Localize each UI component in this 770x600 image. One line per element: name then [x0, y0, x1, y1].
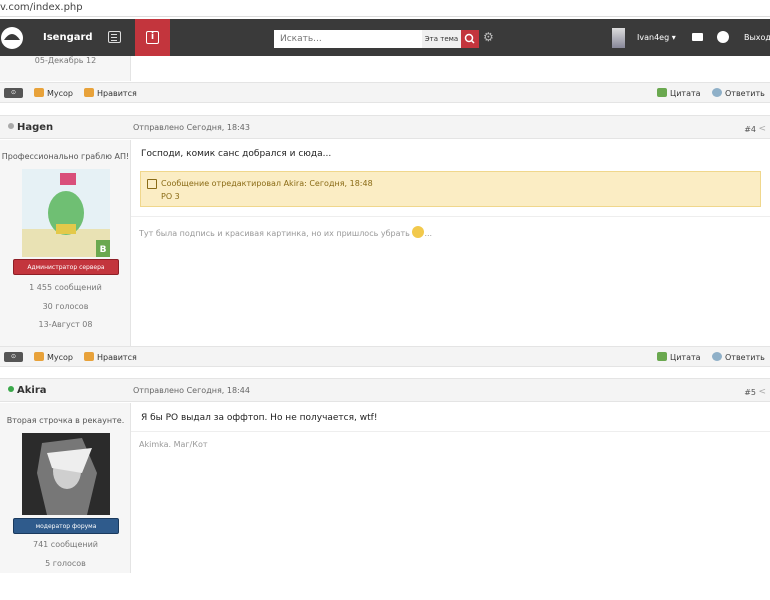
logout-link[interactable]: Выход: [744, 33, 770, 42]
url-text: v.com/index.php: [0, 2, 83, 13]
messages-icon[interactable]: [692, 33, 703, 41]
reply-label: Ответить: [725, 353, 765, 362]
user-title: Вторая строчка в рекаунте.: [6, 416, 125, 425]
online-status-icon: [8, 386, 14, 392]
quote-icon: [657, 352, 667, 361]
post-author-sidebar: Профессионально граблю АП! B Администрат…: [0, 140, 131, 346]
trash-button[interactable]: Мусор: [34, 88, 73, 98]
user-avatar-image[interactable]: [22, 433, 110, 515]
post-count: 741 сообщений: [32, 540, 99, 549]
post-header: Akira Отправлено Сегодня, 18:44 #5 <: [0, 378, 770, 402]
post-number-link[interactable]: #4: [744, 125, 756, 134]
post-number-link[interactable]: #5: [744, 388, 756, 397]
like-label: Нравится: [97, 89, 137, 98]
trash-icon: [34, 352, 44, 361]
edit-notice: Сообщение отредактировал Akira: Сегодня,…: [140, 171, 761, 207]
quote-label: Цитата: [670, 89, 701, 98]
votes-count: 30 голосов: [42, 302, 89, 311]
post-actions-bar: ⊙ Мусор Нравится Цитата Ответить: [0, 346, 770, 367]
post-author-sidebar: Вторая строчка в рекаунте. модератор фор…: [0, 403, 131, 573]
list-icon[interactable]: [108, 31, 121, 43]
reply-button[interactable]: Ответить: [712, 352, 765, 362]
info-button[interactable]: i: [135, 19, 170, 56]
edit-icon: [147, 179, 157, 189]
browser-url-bar[interactable]: v.com/index.php: [0, 0, 770, 17]
post-header: Hagen Отправлено Сегодня, 18:43 #4 <: [0, 115, 770, 139]
post-author[interactable]: Hagen: [8, 122, 53, 133]
user-title: Профессионально граблю АП!: [1, 152, 130, 161]
site-logo-icon[interactable]: [0, 22, 26, 52]
signature: Akimka. Маг/Кот: [139, 440, 208, 449]
quote-button[interactable]: Цитата: [657, 352, 701, 362]
edit-info: Сообщение отредактировал Akira: Сегодня,…: [161, 179, 373, 188]
search-icon: [464, 33, 475, 44]
avatar-badge-letter: B: [100, 245, 107, 255]
author-name-label: Akira: [17, 385, 47, 396]
site-name[interactable]: Isengard: [43, 32, 93, 43]
post-actions-bar: ⊙ Мусор Нравится Цитата Ответить: [0, 82, 770, 103]
username-menu[interactable]: Ivan4eg ▾: [637, 33, 676, 42]
rank-badge: Администратор сервера: [13, 259, 119, 275]
trash-button[interactable]: Мусор: [34, 352, 73, 362]
quote-button[interactable]: Цитата: [657, 88, 701, 98]
info-icon: i: [146, 31, 159, 44]
like-label: Нравится: [97, 353, 137, 362]
signature: Тут была подпись и красивая картинка, но…: [139, 226, 432, 238]
prev-post-join-date: 05-Декабрь 12: [34, 56, 97, 65]
signature-divider: [131, 216, 770, 217]
signature-text: Тут была подпись и красивая картинка, но…: [139, 229, 410, 238]
like-button[interactable]: Нравится: [84, 88, 137, 98]
signature-divider: [131, 431, 770, 432]
share-icon[interactable]: <: [758, 387, 766, 397]
trash-label: Мусор: [47, 89, 74, 98]
join-date: 13-Август 08: [38, 320, 93, 329]
username-label: Ivan4eg: [637, 33, 670, 42]
thumb-up-icon: [84, 352, 94, 361]
trash-icon: [34, 88, 44, 97]
votes-count: 5 голосов: [45, 559, 86, 568]
search-input[interactable]: [274, 30, 422, 48]
rank-badge: модератор форума: [13, 518, 119, 534]
reply-icon: [712, 352, 722, 361]
search-scope-toggle[interactable]: Эта тема: [422, 30, 461, 48]
top-navbar: Isengard i Эта тема ⚙ Ivan4eg ▾ Выход: [0, 19, 770, 56]
post-message: Господи, комик санс добрался и сюда...: [141, 149, 332, 159]
trash-label: Мусор: [47, 353, 74, 362]
prev-post-sidebar: 05-Декабрь 12: [0, 56, 131, 81]
post-message: Я бы РО выдал за оффтоп. Но не получаетс…: [141, 413, 378, 423]
post-body: Господи, комик санс добрался и сюда... С…: [131, 140, 770, 346]
thumb-up-icon: [84, 88, 94, 97]
author-name-label: Hagen: [17, 122, 54, 133]
reply-label: Ответить: [725, 89, 765, 98]
post-author[interactable]: Akira: [8, 385, 47, 396]
post-date: Отправлено Сегодня, 18:44: [133, 386, 250, 395]
like-button[interactable]: Нравится: [84, 352, 137, 362]
reply-button[interactable]: Ответить: [712, 88, 765, 98]
post-body: Я бы РО выдал за оффтоп. Но не получаетс…: [131, 403, 770, 573]
share-icon[interactable]: <: [758, 124, 766, 134]
quote-icon: [657, 88, 667, 97]
gear-icon[interactable]: ⚙: [483, 30, 497, 44]
user-avatar[interactable]: [612, 28, 625, 48]
smiley-icon: [412, 226, 425, 238]
search-button[interactable]: [461, 30, 479, 48]
offline-status-icon: [8, 123, 14, 129]
prev-post-main: [131, 56, 770, 81]
post-count: 1 455 сообщений: [29, 283, 102, 292]
quote-label: Цитата: [670, 353, 701, 362]
post-date: Отправлено Сегодня, 18:43: [133, 123, 250, 132]
globe-icon[interactable]: [717, 31, 729, 43]
ip-button[interactable]: ⊙: [4, 88, 23, 98]
user-avatar-image[interactable]: B: [22, 169, 110, 257]
edit-reason: РО 3: [161, 192, 180, 201]
reply-icon: [712, 88, 722, 97]
ip-button[interactable]: ⊙: [4, 352, 23, 362]
